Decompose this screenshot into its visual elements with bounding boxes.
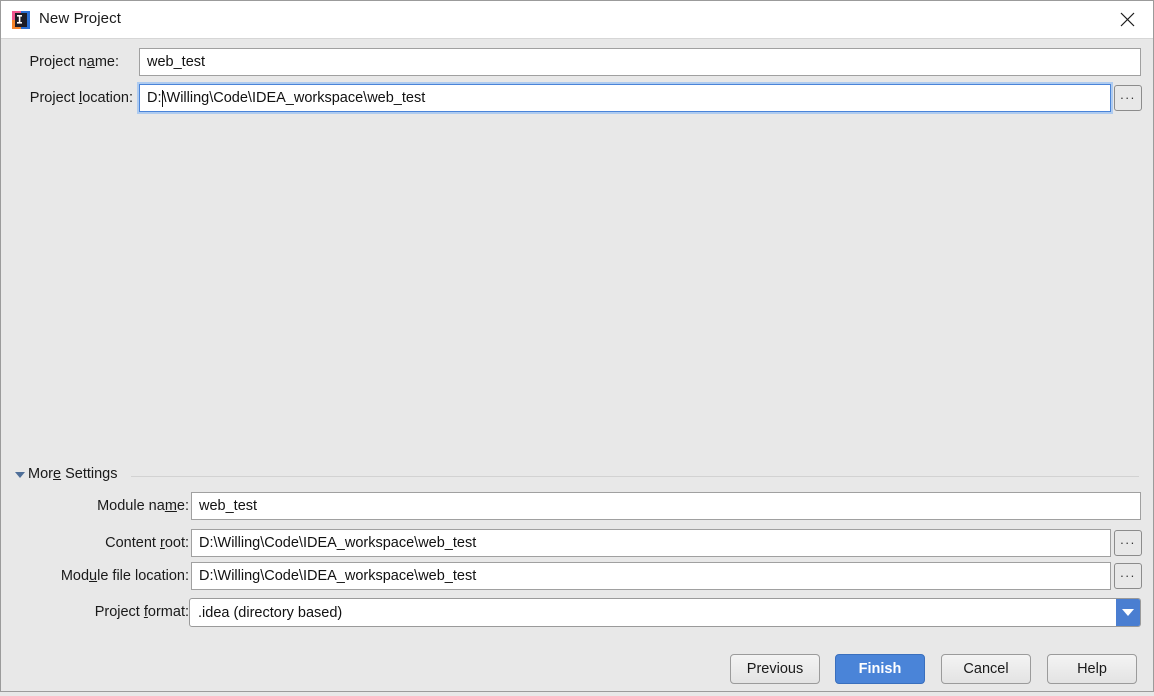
project-name-input[interactable]: web_test <box>139 48 1141 76</box>
section-divider <box>131 476 1139 477</box>
module-file-location-browse-button[interactable]: ... <box>1114 563 1142 589</box>
project-location-label: Project location: <box>29 90 133 106</box>
cancel-button-label: Cancel <box>963 661 1009 677</box>
module-file-location-input[interactable]: D:\Willing\Code\IDEA_workspace\web_test <box>191 562 1111 590</box>
chevron-down-icon[interactable] <box>15 472 25 478</box>
module-file-location-label: Module file location: <box>60 568 189 584</box>
cancel-button[interactable]: Cancel <box>941 654 1031 684</box>
window-title: New Project <box>39 10 121 27</box>
background-behind-dialog <box>0 692 1154 696</box>
module-name-label: Module name: <box>97 498 189 514</box>
project-format-value: .idea (directory based) <box>198 604 343 621</box>
content-root-browse-button[interactable]: ... <box>1114 530 1142 556</box>
close-button[interactable] <box>1101 1 1153 38</box>
project-location-input[interactable]: D: \Willing\Code\IDEA_workspace\web_test <box>139 84 1111 112</box>
more-settings-section-header[interactable]: More Settings <box>1 466 1153 486</box>
intellij-idea-icon <box>12 11 30 29</box>
finish-button[interactable]: Finish <box>835 654 925 684</box>
project-location-value-after-caret: \Willing\Code\IDEA_workspace\web_test <box>162 90 426 106</box>
browse-ellipsis-icon: ... <box>1120 86 1136 102</box>
previous-button-label: Previous <box>746 661 804 677</box>
content-root-value: D:\Willing\Code\IDEA_workspace\web_test <box>199 535 477 551</box>
project-location-browse-button[interactable]: ... <box>1114 85 1142 111</box>
module-file-location-value: D:\Willing\Code\IDEA_workspace\web_test <box>199 568 477 584</box>
content-root-label: Content root: <box>105 535 189 551</box>
chevron-down-icon <box>1122 609 1134 616</box>
module-name-input[interactable]: web_test <box>191 492 1141 520</box>
project-location-value-before-caret: D: <box>147 90 162 106</box>
close-icon <box>1120 12 1134 27</box>
module-name-value: web_test <box>199 498 258 514</box>
project-format-dropdown-button[interactable] <box>1116 599 1140 626</box>
previous-button[interactable]: Previous <box>730 654 820 684</box>
help-button[interactable]: Help <box>1047 654 1137 684</box>
text-caret <box>161 89 163 107</box>
project-name-value: web_test <box>147 54 206 70</box>
browse-ellipsis-icon: ... <box>1120 531 1136 547</box>
project-format-label: Project format: <box>94 604 189 620</box>
title-bar: New Project <box>1 1 1153 39</box>
more-settings-label[interactable]: More Settings <box>28 466 117 482</box>
project-name-label: Project name: <box>29 54 119 70</box>
new-project-dialog: New Project Project name: web_test Proje… <box>0 0 1154 692</box>
project-format-select[interactable]: .idea (directory based) <box>189 598 1141 627</box>
finish-button-label: Finish <box>858 661 902 677</box>
help-button-label: Help <box>1077 661 1107 677</box>
content-root-input[interactable]: D:\Willing\Code\IDEA_workspace\web_test <box>191 529 1111 557</box>
browse-ellipsis-icon: ... <box>1120 564 1136 580</box>
